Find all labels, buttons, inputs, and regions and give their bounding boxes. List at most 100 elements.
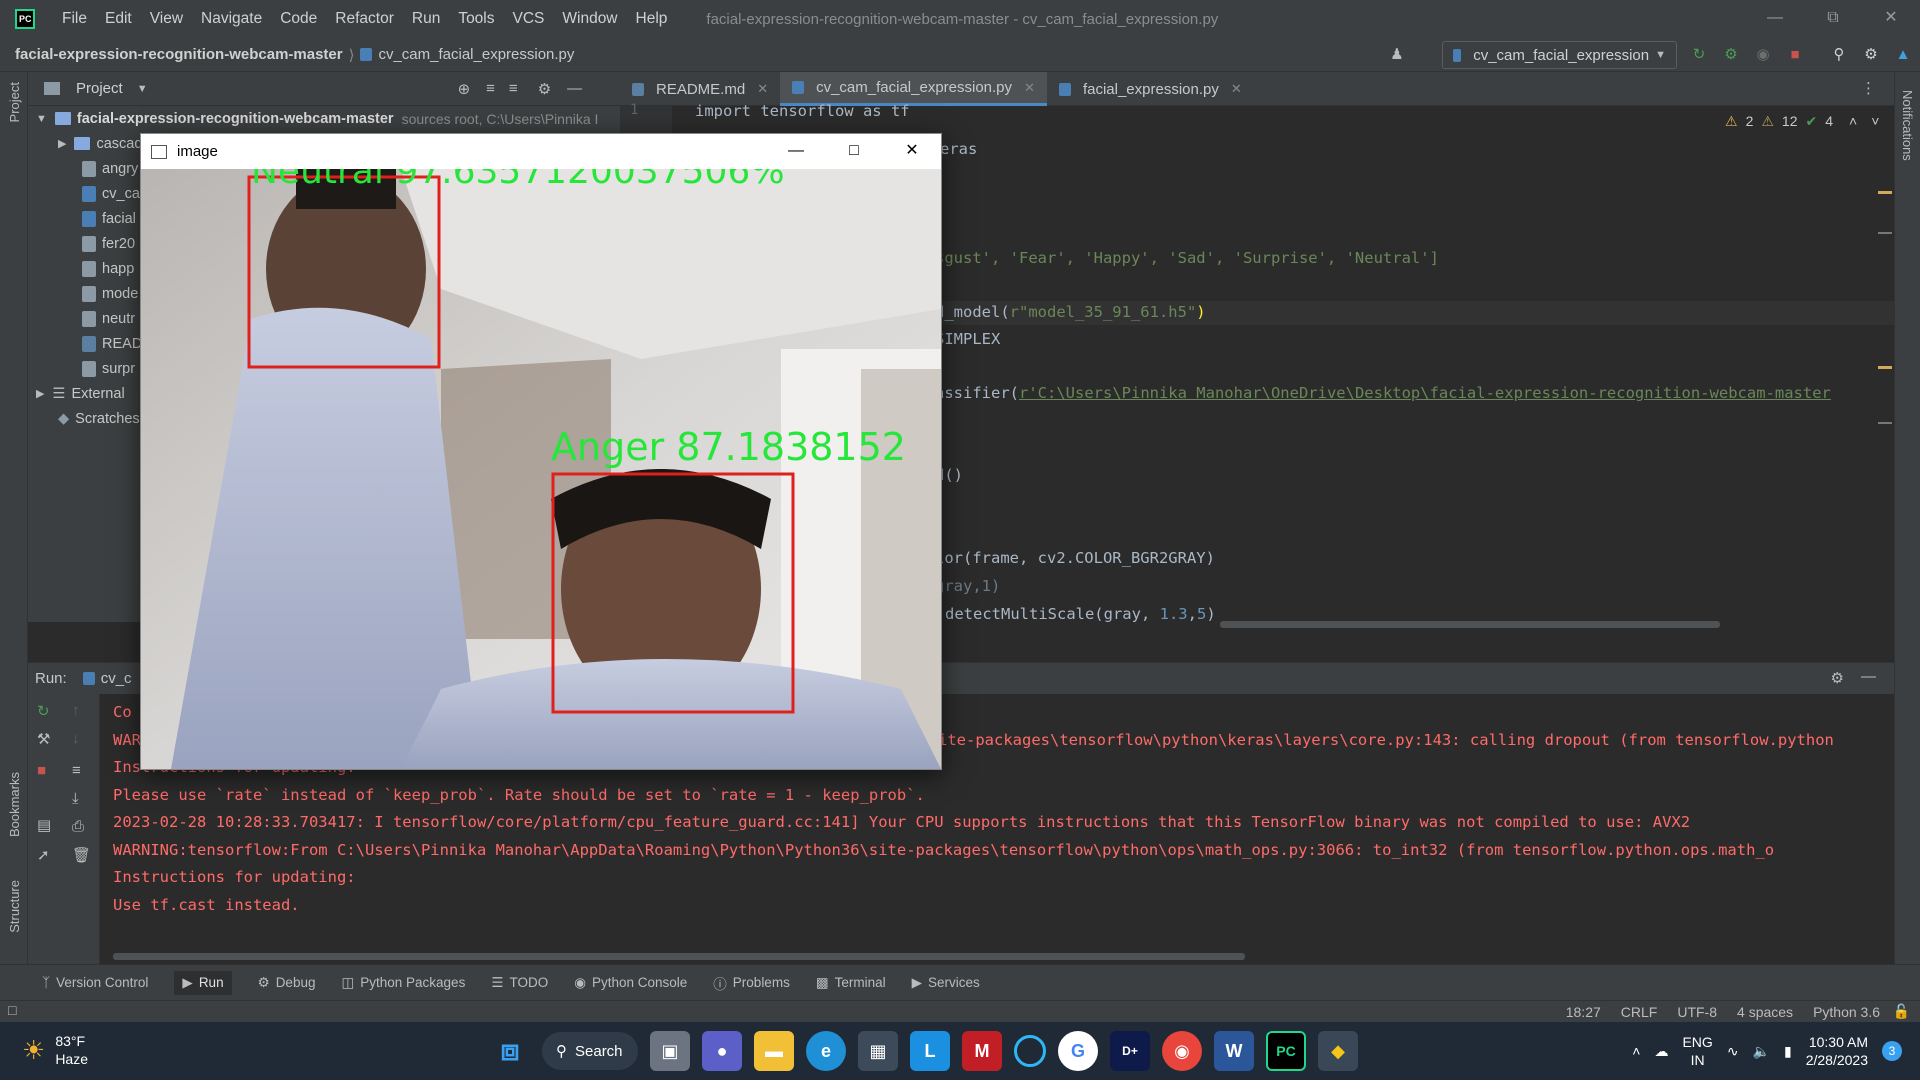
tree-item[interactable]: neutr: [82, 306, 135, 331]
menu-code[interactable]: Code: [271, 10, 326, 28]
google-icon[interactable]: G: [1058, 1031, 1098, 1071]
arrow-up-icon[interactable]: ↑: [72, 702, 80, 719]
image-window[interactable]: image — □ ✕ Neutral 97.6357120037506% An…: [140, 133, 942, 770]
wrench-icon[interactable]: ⚒: [37, 730, 50, 748]
tree-item[interactable]: surpr: [82, 356, 135, 381]
tab-readme[interactable]: README.md ✕: [620, 72, 780, 106]
maximize-icon[interactable]: □: [825, 134, 883, 169]
start-icon[interactable]: ⧈: [490, 1031, 530, 1071]
trash-icon[interactable]: 🗑: [72, 846, 91, 864]
print-icon[interactable]: ⎙: [72, 818, 84, 835]
chevron-up-icon[interactable]: ˄: [1632, 1043, 1640, 1059]
menu-navigate[interactable]: Navigate: [192, 10, 271, 28]
tree-item[interactable]: happ: [82, 256, 134, 281]
taskbar-search[interactable]: ⚲ Search: [542, 1032, 638, 1070]
python-interpreter[interactable]: Python 3.6: [1813, 1004, 1880, 1020]
chevron-up-icon[interactable]: ˄: [1849, 113, 1857, 130]
tool-version-control[interactable]: ᛉ Version Control: [42, 975, 148, 990]
settings-gear-icon[interactable]: ⚙: [1831, 669, 1844, 687]
project-panel-title[interactable]: Project: [76, 80, 123, 97]
error-stripe[interactable]: [1876, 106, 1894, 628]
hide-panel-icon[interactable]: —: [1861, 668, 1876, 685]
run-tab-config[interactable]: cv_c: [101, 670, 132, 687]
structure-tool-tab[interactable]: Structure: [7, 880, 22, 933]
run-configuration-select[interactable]: cv_cam_facial_expression ▼: [1442, 41, 1677, 69]
pycharm-icon[interactable]: PC: [1266, 1031, 1306, 1071]
volume-icon[interactable]: 🔈: [1753, 1043, 1770, 1060]
settings-gear-icon[interactable]: ⚙: [1862, 46, 1880, 64]
tree-item[interactable]: mode: [82, 281, 138, 306]
breadcrumb-file[interactable]: cv_cam_facial_expression.py: [378, 46, 574, 63]
minimize-icon[interactable]: —: [767, 134, 825, 169]
marker[interactable]: [1878, 422, 1892, 424]
more-tabs-icon[interactable]: ⋮: [1861, 79, 1876, 97]
layout-toggle-icon[interactable]: □: [8, 1002, 16, 1018]
project-tool-tab[interactable]: Project: [7, 82, 22, 122]
minimize-icon[interactable]: —: [1746, 0, 1804, 38]
word-icon[interactable]: W: [1214, 1031, 1254, 1071]
task-view-icon[interactable]: ▣: [650, 1031, 690, 1071]
pin-icon[interactable]: ➚: [37, 846, 50, 864]
tool-python-console[interactable]: ◉ Python Console: [574, 975, 687, 991]
teams-icon[interactable]: ●: [702, 1031, 742, 1071]
python-icon[interactable]: ◆: [1318, 1031, 1358, 1071]
tool-problems[interactable]: ⓘ Problems: [713, 973, 790, 993]
tree-item-external[interactable]: ▶ ☰ External: [36, 381, 125, 406]
layout-icon[interactable]: ▤: [37, 816, 51, 834]
image-window-titlebar[interactable]: image — □ ✕: [141, 134, 941, 169]
tree-item[interactable]: angry: [82, 156, 138, 181]
clock[interactable]: 10:30 AM 2/28/2023: [1806, 1033, 1868, 1069]
bookmarks-tool-tab[interactable]: Bookmarks: [7, 772, 22, 837]
tree-item[interactable]: READ: [82, 331, 142, 356]
close-icon[interactable]: ✕: [1862, 0, 1920, 38]
horizontal-scrollbar[interactable]: [1220, 621, 1720, 628]
store-icon[interactable]: ▦: [858, 1031, 898, 1071]
menu-file[interactable]: File: [53, 10, 96, 28]
pycharm-logo-icon[interactable]: [15, 9, 35, 29]
collapse-all-icon[interactable]: ≡: [509, 80, 518, 97]
weather-widget[interactable]: ☀ 83°F Haze: [22, 1032, 88, 1068]
disney-plus-icon[interactable]: D+: [1110, 1031, 1150, 1071]
warning-marker[interactable]: [1878, 191, 1892, 194]
notification-badge[interactable]: 3: [1882, 1041, 1902, 1061]
chrome-icon[interactable]: ◉: [1162, 1031, 1202, 1071]
menu-help[interactable]: Help: [627, 10, 677, 28]
menu-run[interactable]: Run: [403, 10, 449, 28]
soft-wrap-icon[interactable]: ≡: [72, 762, 81, 779]
indentation[interactable]: 4 spaces: [1737, 1004, 1793, 1020]
chevron-down-icon[interactable]: ▼: [137, 83, 148, 95]
menu-edit[interactable]: Edit: [96, 10, 141, 28]
lock-icon[interactable]: 🔓: [1893, 1003, 1910, 1020]
battery-icon[interactable]: ▮: [1784, 1043, 1792, 1060]
hide-panel-icon[interactable]: —: [567, 80, 582, 97]
tree-item[interactable]: cv_ca: [82, 181, 140, 206]
restore-icon[interactable]: ⧉: [1804, 0, 1862, 38]
options-gear-icon[interactable]: ⚙: [538, 80, 551, 98]
tool-run[interactable]: ▶ Run: [174, 970, 232, 995]
locate-icon[interactable]: ⊕: [458, 80, 471, 98]
inspection-widget[interactable]: ⚠ 2 ⚠ 12 ✔ 4 ˄ ˅: [1725, 113, 1879, 130]
tab-cv-cam-facial-expression[interactable]: cv_cam_facial_expression.py ✕: [780, 72, 1047, 106]
plugin-icon[interactable]: ▲: [1894, 46, 1912, 64]
coverage-icon[interactable]: ◉: [1754, 46, 1772, 64]
notifications-tool-tab[interactable]: Notifications: [1900, 90, 1915, 161]
onedrive-icon[interactable]: ☁: [1654, 1043, 1668, 1060]
menu-view[interactable]: View: [141, 10, 192, 28]
language-indicator[interactable]: ENG IN: [1682, 1033, 1712, 1069]
marker[interactable]: [1878, 232, 1892, 234]
menu-vcs[interactable]: VCS: [504, 10, 554, 28]
tool-todo[interactable]: ☰ TODO: [491, 975, 548, 991]
caret-position[interactable]: 18:27: [1566, 1004, 1601, 1020]
scroll-to-end-icon[interactable]: ⤓: [72, 790, 79, 807]
stop-icon[interactable]: ■: [1786, 46, 1804, 64]
horizontal-scrollbar[interactable]: [113, 953, 1245, 960]
tool-services[interactable]: ▶ Services: [912, 975, 980, 991]
breadcrumb-project[interactable]: facial-expression-recognition-webcam-mas…: [15, 46, 343, 63]
file-encoding[interactable]: UTF-8: [1677, 1004, 1717, 1020]
close-tab-icon[interactable]: ✕: [757, 81, 768, 97]
user-icon[interactable]: ♟: [1388, 46, 1406, 64]
tool-debug[interactable]: ⚙ Debug: [258, 975, 316, 991]
arrow-down-icon[interactable]: ↓: [72, 730, 80, 747]
rerun-icon[interactable]: ↻: [1690, 46, 1708, 64]
tool-python-packages[interactable]: ◫ Python Packages: [341, 975, 465, 991]
